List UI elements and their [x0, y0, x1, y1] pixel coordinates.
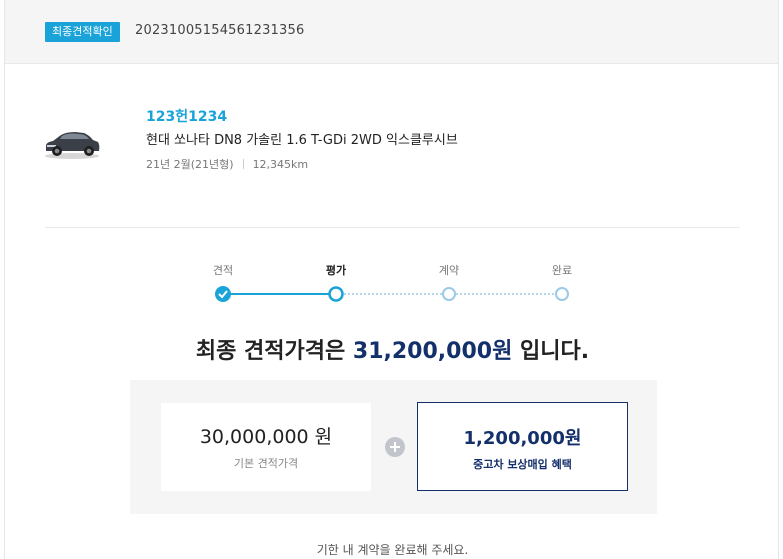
final-price-prefix: 최종 견적가격은: [195, 339, 353, 364]
step-label-evaluation: 평가: [325, 264, 347, 277]
quote-number: 20231005154561231356: [135, 23, 305, 38]
step-pending-dot: [442, 287, 456, 301]
trade-in-bonus-card: 1,200,000원 중고차 보상매입 혜택: [417, 402, 628, 491]
meta-divider: [242, 159, 244, 169]
step-label-estimate: 견적: [212, 264, 234, 277]
base-price-card: 30,000,000 원 기본 견적가격: [161, 403, 371, 491]
base-price-amount: 30,000,000 원: [199, 426, 333, 448]
quote-confirm-panel: 최종견적확인 20231005154561231356 123헌1234 현대 …: [4, 0, 779, 559]
step-pending-dot: [555, 287, 569, 301]
trade-in-bonus-label: 중고차 보상매입 혜택: [473, 458, 572, 471]
final-quote-badge: 최종견적확인: [45, 22, 120, 42]
step-label-contract: 계약: [438, 264, 460, 277]
step-done-check-icon: [215, 286, 231, 302]
section-divider: [45, 227, 740, 228]
contract-deadline-notice: 기한 내 계약을 완료해 주세요.: [316, 543, 469, 557]
car-image: [45, 132, 100, 159]
final-price-amount: 31,200,000원: [352, 339, 513, 364]
final-price-heading: 최종 견적가격은 31,200,000원 입니다.: [5, 333, 780, 365]
step-current-dot: [328, 286, 344, 302]
vehicle-plate: 123헌1234: [146, 109, 228, 125]
base-price-label: 기본 견적가격: [233, 457, 299, 470]
vehicle-mileage: 12,345km: [252, 158, 309, 171]
price-breakdown: 30,000,000 원 기본 견적가격 1,200,000원 중고차 보상매입…: [130, 380, 657, 514]
vehicle-model: 현대 쏘나타 DN8 가솔린 1.6 T-GDi 2WD 익스클루시브: [146, 133, 458, 148]
vehicle-meta: 21년 2월(21년형) 12,345km: [146, 156, 308, 172]
vehicle-year: 21년 2월(21년형): [146, 158, 234, 171]
header-bar: 최종견적확인 20231005154561231356: [5, 0, 778, 64]
final-price-suffix: 입니다.: [512, 339, 590, 364]
progress-stepper: [215, 286, 569, 302]
plus-icon: [385, 437, 405, 457]
step-label-complete: 완료: [551, 264, 573, 277]
trade-in-bonus-amount: 1,200,000원: [463, 428, 582, 449]
